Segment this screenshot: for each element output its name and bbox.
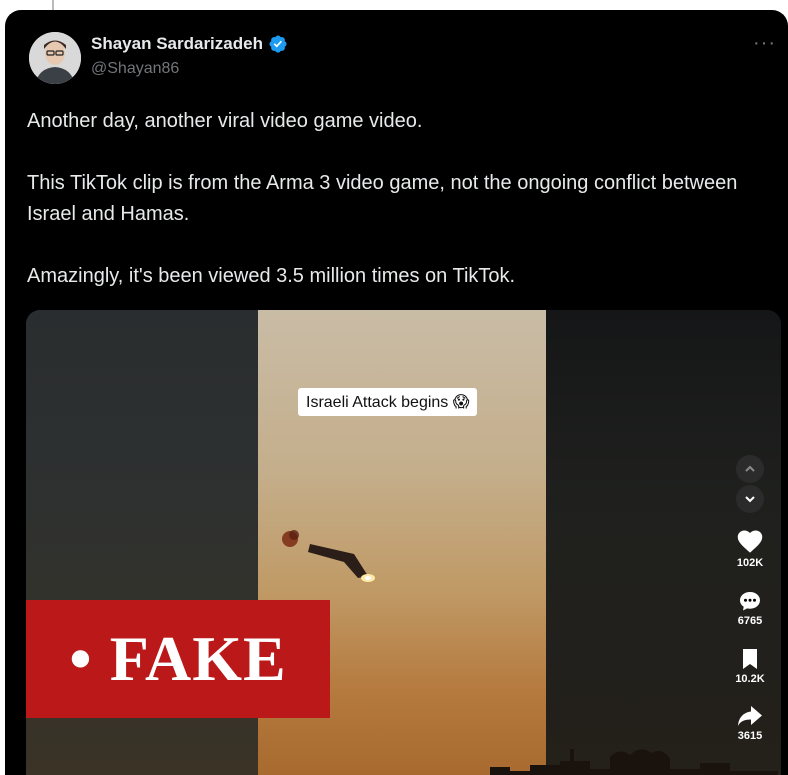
previous-video-button[interactable] (736, 455, 764, 483)
comment-control[interactable]: 6765 (730, 590, 770, 627)
tweet-paragraph: Amazingly, it's been viewed 3.5 million … (27, 265, 516, 287)
comment-icon (740, 592, 760, 611)
share-control[interactable]: 3615 (730, 705, 770, 742)
verified-badge-icon (269, 35, 287, 53)
tweet-paragraph: Another day, another viral video game vi… (27, 110, 423, 132)
author-handle[interactable]: @Shayan86 (91, 60, 179, 78)
fake-label-banner: • FAKE (26, 600, 330, 718)
author-name[interactable]: Shayan Sardarizadeh (91, 34, 263, 54)
avatar[interactable] (29, 32, 81, 84)
shares-count: 3615 (737, 730, 763, 742)
chevron-up-icon (745, 465, 755, 472)
heart-icon (737, 530, 763, 553)
author-row: Shayan Sardarizadeh (91, 34, 288, 54)
chevron-down-icon (745, 496, 755, 503)
tweet-paragraph: This TikTok clip is from the Arma 3 vide… (27, 172, 738, 225)
tweet-text: Another day, another viral video game vi… (27, 106, 772, 292)
saves-count: 10.2K (735, 673, 765, 685)
next-video-button[interactable] (736, 485, 764, 513)
save-control[interactable]: 10.2K (730, 648, 770, 685)
comments-count: 6765 (737, 615, 763, 627)
like-control[interactable]: 102K (730, 528, 770, 569)
bookmark-icon (743, 649, 757, 669)
more-options-button[interactable]: ··· (753, 32, 776, 55)
likes-count: 102K (736, 557, 764, 569)
tweet-card[interactable]: Shayan Sardarizadeh @Shayan86 ··· Anothe… (5, 10, 788, 775)
share-icon (738, 706, 762, 726)
avatar-image (29, 32, 81, 84)
tweet-media[interactable]: Israeli Attack begins 😱 • FAKE 102K 6765… (26, 310, 781, 775)
